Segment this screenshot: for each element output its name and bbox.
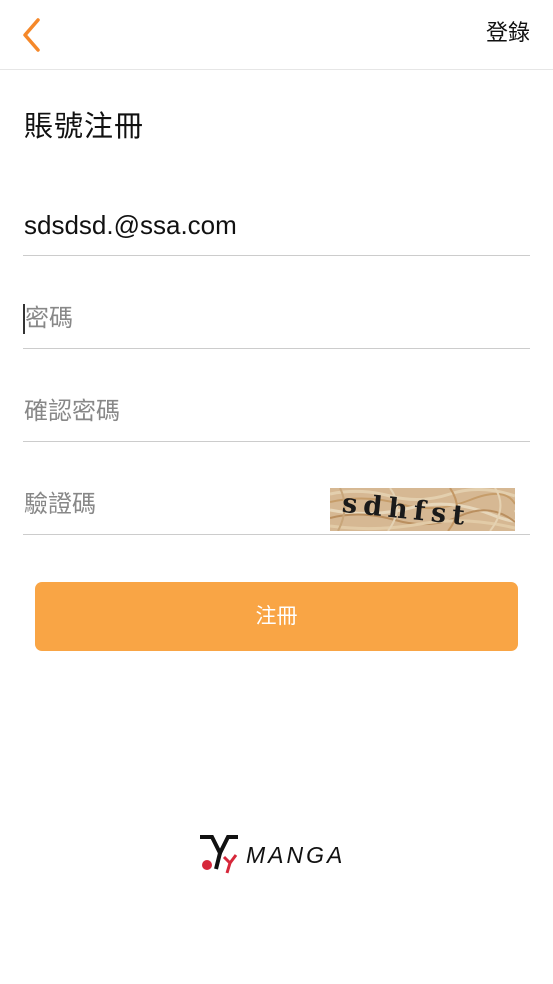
captcha-placeholder: 驗證碼: [24, 490, 96, 518]
chevron-left-icon: [23, 18, 40, 52]
top-bar: 登錄: [0, 0, 553, 70]
logo-text: MANGA: [246, 842, 346, 868]
captcha-graphic: sdhfst: [330, 488, 515, 531]
password-placeholder: 密碼: [25, 304, 73, 332]
email-field[interactable]: sdsdsd.@ssa.com: [23, 196, 530, 256]
captcha-image[interactable]: sdhfst: [330, 488, 515, 531]
page-title: 賬號注冊: [24, 109, 145, 143]
back-button[interactable]: [14, 12, 54, 58]
register-button[interactable]: 注冊: [35, 582, 518, 651]
yy-logo-icon: [200, 835, 238, 874]
password-field[interactable]: 密碼: [23, 289, 530, 349]
app-logo: MANGA: [198, 833, 358, 878]
register-screen: 登錄 賬號注冊 sdsdsd.@ssa.com 密碼 確認密碼 驗證碼 sdhf…: [0, 0, 553, 984]
confirm-password-field[interactable]: 確認密碼: [23, 382, 530, 442]
captcha-field[interactable]: 驗證碼 sdhfst: [23, 475, 530, 535]
confirm-password-placeholder: 確認密碼: [24, 397, 120, 425]
email-value: sdsdsd.@ssa.com: [24, 210, 237, 240]
login-link[interactable]: 登錄: [486, 18, 530, 50]
